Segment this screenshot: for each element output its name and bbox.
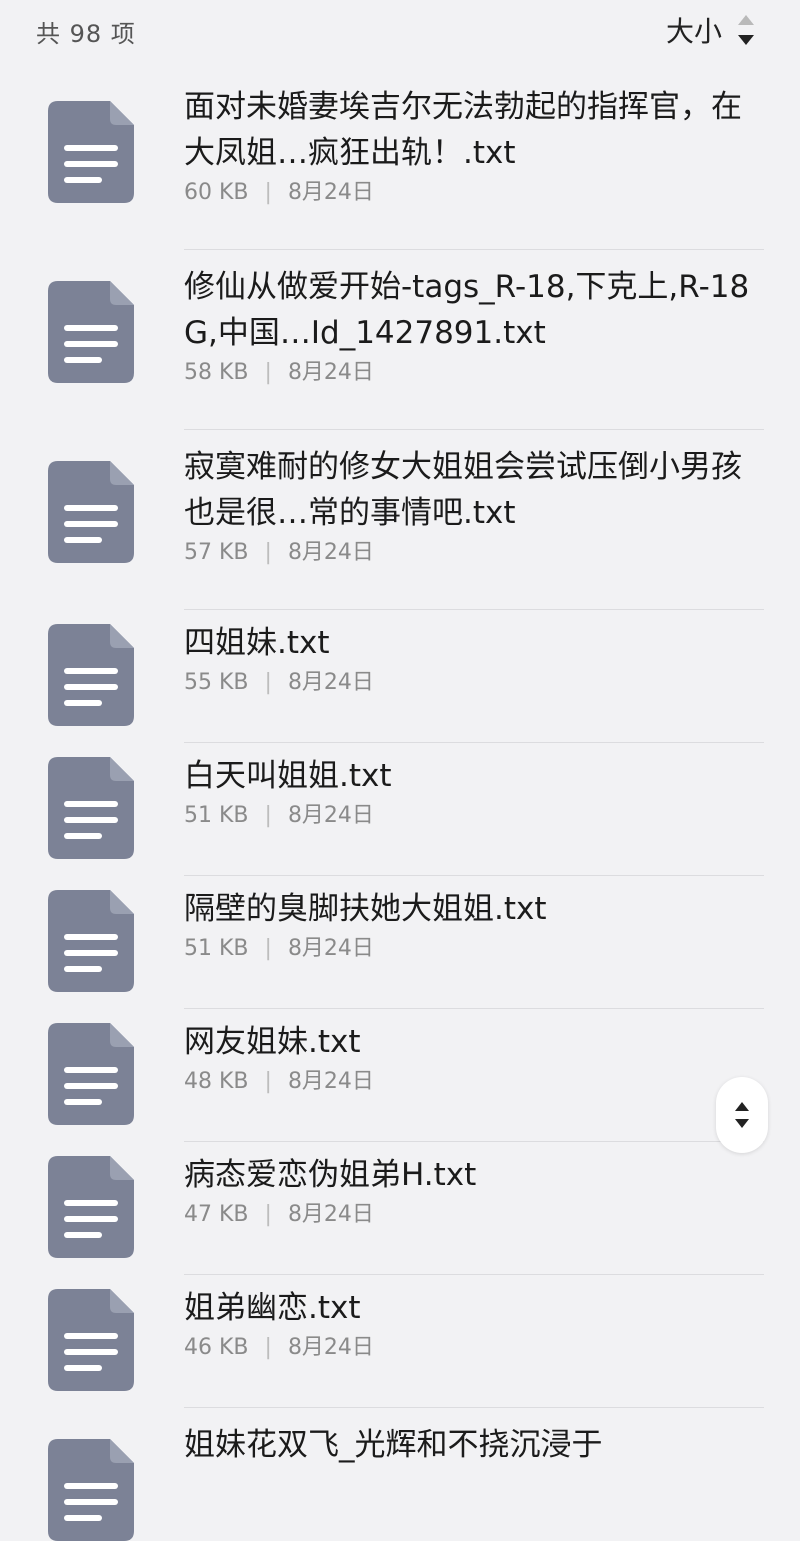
document-icon bbox=[48, 1439, 134, 1541]
file-name: 修仙从做爱开始-tags_R-18,下克上,R-18G,中国…Id_142789… bbox=[184, 269, 750, 351]
document-icon bbox=[48, 624, 134, 726]
file-row[interactable]: 姐弟幽恋.txt 46 KB | 8月24日 bbox=[0, 1275, 800, 1408]
file-name: 姐妹花双飞_光辉和不挠沉浸于 bbox=[184, 1427, 603, 1463]
file-date: 8月24日 bbox=[287, 670, 374, 695]
file-meta: 55 KB | 8月24日 bbox=[184, 668, 764, 698]
document-icon bbox=[48, 101, 134, 203]
file-date: 8月24日 bbox=[287, 540, 374, 565]
file-name: 寂寞难耐的修女大姐姐会尝试压倒小男孩也是很…常的事情吧.txt bbox=[184, 449, 742, 531]
file-info: 白天叫姐姐.txt 51 KB | 8月24日 bbox=[184, 753, 764, 831]
file-row[interactable]: 病态爱恋伪姐弟H.txt 47 KB | 8月24日 bbox=[0, 1142, 800, 1275]
file-info: 网友姐妹.txt 48 KB | 8月24日 bbox=[184, 1019, 764, 1097]
meta-separator: | bbox=[264, 803, 272, 828]
meta-separator: | bbox=[264, 1335, 272, 1360]
meta-separator: | bbox=[264, 1202, 272, 1227]
meta-separator: | bbox=[264, 360, 272, 385]
file-name: 姐弟幽恋.txt bbox=[184, 1290, 361, 1326]
file-row[interactable]: 寂寞难耐的修女大姐姐会尝试压倒小男孩也是很…常的事情吧.txt 57 KB | 8月2… bbox=[0, 430, 800, 610]
file-size: 57 KB bbox=[184, 540, 249, 565]
scroll-handle-icon bbox=[735, 1102, 749, 1128]
file-info: 隔壁的臭脚扶她大姐姐.txt 51 KB | 8月24日 bbox=[184, 886, 764, 964]
file-name: 四姐妹.txt bbox=[184, 625, 330, 661]
file-size: 58 KB bbox=[184, 360, 249, 385]
file-date: 8月24日 bbox=[287, 936, 374, 961]
file-info: 病态爱恋伪姐弟H.txt 47 KB | 8月24日 bbox=[184, 1152, 764, 1230]
file-size: 51 KB bbox=[184, 936, 249, 961]
meta-separator: | bbox=[264, 670, 272, 695]
meta-separator: | bbox=[264, 1069, 272, 1094]
sort-arrows-icon bbox=[738, 15, 754, 45]
file-size: 51 KB bbox=[184, 803, 249, 828]
item-count: 共 98 项 bbox=[36, 20, 136, 48]
file-date: 8月24日 bbox=[287, 803, 374, 828]
file-meta: 51 KB | 8月24日 bbox=[184, 934, 764, 964]
file-date: 8月24日 bbox=[287, 360, 374, 385]
document-icon bbox=[48, 757, 134, 859]
file-size: 46 KB bbox=[184, 1335, 249, 1360]
document-icon bbox=[48, 1023, 134, 1125]
file-name: 面对未婚妻埃吉尔无法勃起的指挥官，在大凤姐…疯狂出轨！.txt bbox=[184, 89, 742, 171]
document-icon bbox=[48, 890, 134, 992]
file-info: 寂寞难耐的修女大姐姐会尝试压倒小男孩也是很…常的事情吧.txt 57 KB | 8月2… bbox=[184, 444, 764, 568]
sort-button[interactable]: 大小 bbox=[666, 10, 756, 50]
file-name: 隔壁的臭脚扶她大姐姐.txt bbox=[184, 891, 547, 927]
document-icon bbox=[48, 461, 134, 563]
file-name: 病态爱恋伪姐弟H.txt bbox=[184, 1157, 477, 1193]
file-row[interactable]: 姐妹花双飞_光辉和不挠沉浸于 bbox=[0, 1408, 800, 1541]
document-icon bbox=[48, 281, 134, 383]
fast-scroll-button[interactable] bbox=[716, 1077, 768, 1153]
file-date: 8月24日 bbox=[287, 1202, 374, 1227]
file-row[interactable]: 网友姐妹.txt 48 KB | 8月24日 bbox=[0, 1009, 800, 1142]
meta-separator: | bbox=[264, 180, 272, 205]
file-info: 姐妹花双飞_光辉和不挠沉浸于 bbox=[184, 1422, 764, 1468]
file-row[interactable]: 隔壁的臭脚扶她大姐姐.txt 51 KB | 8月24日 bbox=[0, 876, 800, 1009]
file-date: 8月24日 bbox=[287, 1069, 374, 1094]
file-row[interactable]: 修仙从做爱开始-tags_R-18,下克上,R-18G,中国…Id_142789… bbox=[0, 250, 800, 430]
file-meta: 60 KB | 8月24日 bbox=[184, 178, 764, 208]
file-row[interactable]: 白天叫姐姐.txt 51 KB | 8月24日 bbox=[0, 743, 800, 876]
document-icon bbox=[48, 1156, 134, 1258]
meta-separator: | bbox=[264, 540, 272, 565]
sort-label: 大小 bbox=[665, 15, 722, 48]
file-date: 8月24日 bbox=[287, 180, 374, 205]
file-meta: 48 KB | 8月24日 bbox=[184, 1067, 764, 1097]
document-icon bbox=[48, 1289, 134, 1391]
file-row[interactable]: 四姐妹.txt 55 KB | 8月24日 bbox=[0, 610, 800, 743]
file-date: 8月24日 bbox=[287, 1335, 374, 1360]
file-list: 面对未婚妻埃吉尔无法勃起的指挥官，在大凤姐…疯狂出轨！.txt 60 KB | 8月2… bbox=[0, 70, 800, 1541]
list-header: 共 98 项 大小 bbox=[0, 0, 800, 58]
meta-separator: | bbox=[264, 936, 272, 961]
file-name: 网友姐妹.txt bbox=[184, 1024, 361, 1060]
file-meta: 51 KB | 8月24日 bbox=[184, 801, 764, 831]
file-size: 47 KB bbox=[184, 1202, 249, 1227]
file-info: 姐弟幽恋.txt 46 KB | 8月24日 bbox=[184, 1285, 764, 1363]
file-size: 48 KB bbox=[184, 1069, 249, 1094]
file-meta: 57 KB | 8月24日 bbox=[184, 538, 764, 568]
file-row[interactable]: 面对未婚妻埃吉尔无法勃起的指挥官，在大凤姐…疯狂出轨！.txt 60 KB | 8月2… bbox=[0, 70, 800, 250]
file-size: 55 KB bbox=[184, 670, 249, 695]
file-meta: 58 KB | 8月24日 bbox=[184, 358, 764, 388]
file-meta: 47 KB | 8月24日 bbox=[184, 1200, 764, 1230]
file-info: 面对未婚妻埃吉尔无法勃起的指挥官，在大凤姐…疯狂出轨！.txt 60 KB | 8月2… bbox=[184, 84, 764, 208]
file-info: 修仙从做爱开始-tags_R-18,下克上,R-18G,中国…Id_142789… bbox=[184, 264, 764, 388]
file-name: 白天叫姐姐.txt bbox=[184, 758, 392, 794]
file-meta: 46 KB | 8月24日 bbox=[184, 1333, 764, 1363]
file-info: 四姐妹.txt 55 KB | 8月24日 bbox=[184, 620, 764, 698]
file-size: 60 KB bbox=[184, 180, 249, 205]
